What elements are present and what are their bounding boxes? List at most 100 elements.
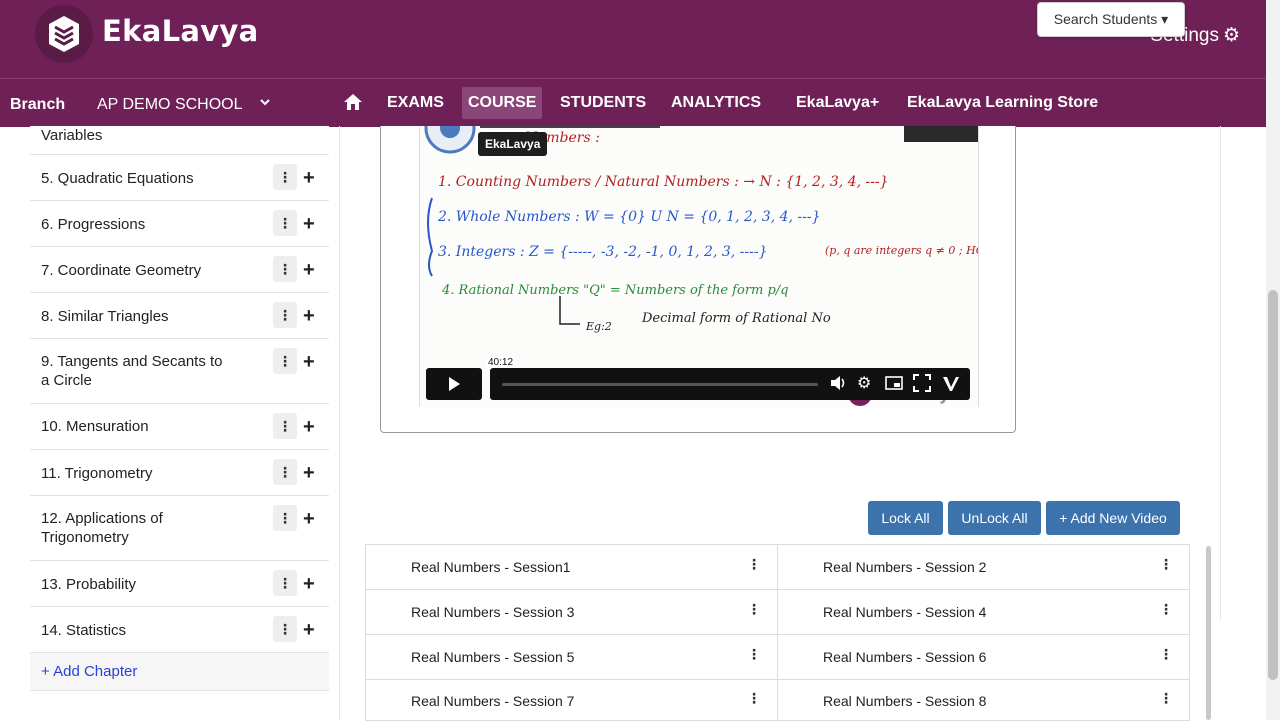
video-item[interactable]: Real Numbers - Session 4 ⋮ <box>777 589 1190 635</box>
chapter-title: 8. Similar Triangles <box>41 308 169 325</box>
video-title: Real Numbers - Session 8 <box>823 693 987 709</box>
chapter-item[interactable]: 10. Mensuration ⋮ + <box>30 404 329 450</box>
more-vertical-icon[interactable]: ⋮ <box>273 570 297 596</box>
more-vertical-icon[interactable]: ⋮ <box>273 348 297 374</box>
chapter-title: 11. Trigonometry <box>41 465 153 482</box>
notes-line-5: Decimal form of Rational No <box>641 311 831 326</box>
nav-analytics[interactable]: ANALYTICS <box>665 87 767 119</box>
more-vertical-icon[interactable]: ⋮ <box>273 413 297 439</box>
video-item[interactable]: Real Numbers - Session 5 ⋮ <box>365 634 778 680</box>
branch-select[interactable]: AP DEMO SCHOOL <box>97 96 243 114</box>
video-item[interactable]: Real Numbers - Session 3 ⋮ <box>365 589 778 635</box>
add-icon[interactable]: + <box>303 305 315 328</box>
search-students-button[interactable]: Search Students ▾ <box>1037 2 1185 37</box>
add-icon[interactable]: + <box>303 259 315 282</box>
notes-line-4b: (p, q are integers q ≠ 0 ; HCF(p,q) = 1 <box>825 244 978 257</box>
pip-icon[interactable] <box>885 374 903 397</box>
more-vertical-icon[interactable]: ⋮ <box>273 210 297 236</box>
chapter-item[interactable]: 6. Progressions ⋮ + <box>30 201 329 247</box>
brand-name[interactable]: EkaLavya <box>102 14 259 48</box>
video-title: Real Numbers - Session 4 <box>823 604 987 620</box>
chapter-title: 12. Applications of Trigonometry <box>41 510 163 546</box>
more-vertical-icon[interactable]: ⋮ <box>273 256 297 282</box>
video-controls-bar: ⚙ <box>490 368 970 400</box>
home-icon[interactable] <box>343 93 363 116</box>
chapter-item[interactable]: 13. Probability ⋮ + <box>30 561 329 607</box>
video-item[interactable]: Real Numbers - Session 8 ⋮ <box>777 679 1190 721</box>
nav-students[interactable]: STUDENTS <box>554 87 652 119</box>
more-vertical-icon[interactable]: ⋮ <box>1159 646 1173 663</box>
video-item[interactable]: Real Numbers - Session1 ⋮ <box>365 544 778 590</box>
add-icon[interactable]: + <box>303 351 315 374</box>
lock-all-button[interactable]: Lock All <box>868 501 943 535</box>
gear-icon[interactable]: ⚙ <box>857 373 871 393</box>
notes-example: Eg:2 <box>585 320 612 333</box>
more-vertical-icon[interactable]: ⋮ <box>1159 601 1173 618</box>
add-icon[interactable]: + <box>303 167 315 190</box>
content-border <box>1220 126 1221 620</box>
more-vertical-icon[interactable]: ⋮ <box>273 616 297 642</box>
add-icon[interactable]: + <box>303 573 315 596</box>
more-vertical-icon[interactable]: ⋮ <box>1159 556 1173 573</box>
nav-learning-store[interactable]: EkaLavya Learning Store <box>901 87 1104 119</box>
notes-line-2: 2. Whole Numbers : W = {0} U N = {0, 1, … <box>437 209 821 225</box>
more-vertical-icon[interactable]: ⋮ <box>1159 690 1173 707</box>
nav-exams[interactable]: EXAMS <box>381 87 450 119</box>
vimeo-icon[interactable] <box>942 374 960 397</box>
video-scrubber[interactable] <box>502 383 818 386</box>
video-title: Real Numbers - Session 7 <box>411 693 575 709</box>
logo-icon[interactable] <box>35 5 93 63</box>
video-tooltip: EkaLavya <box>478 132 548 156</box>
video-item[interactable]: Real Numbers - Session 2 ⋮ <box>777 544 1190 590</box>
chapter-item[interactable]: 7. Coordinate Geometry ⋮ + <box>30 247 329 293</box>
more-vertical-icon[interactable]: ⋮ <box>273 302 297 328</box>
chapter-title: Variables <box>41 127 103 144</box>
more-vertical-icon[interactable]: ⋮ <box>273 164 297 190</box>
add-icon[interactable]: + <box>303 462 315 485</box>
more-vertical-icon[interactable]: ⋮ <box>273 505 297 531</box>
add-icon[interactable]: + <box>303 416 315 439</box>
more-vertical-icon[interactable]: ⋮ <box>747 556 761 573</box>
page-scrollbar-thumb[interactable] <box>1268 290 1278 680</box>
chapter-item[interactable]: 8. Similar Triangles ⋮ + <box>30 293 329 339</box>
add-icon[interactable]: + <box>303 619 315 642</box>
video-item[interactable]: Real Numbers - Session 6 ⋮ <box>777 634 1190 680</box>
chapter-title: 7. Coordinate Geometry <box>41 262 202 279</box>
play-button[interactable] <box>426 368 482 400</box>
video-list-scrollbar[interactable] <box>1206 546 1211 720</box>
main-navbar: Branch AP DEMO SCHOOL EXAMS COURSE STUDE… <box>0 78 1266 127</box>
video-timecode: 40:12 <box>486 357 516 368</box>
more-vertical-icon[interactable]: ⋮ <box>273 459 297 485</box>
unlock-all-button[interactable]: UnLock All <box>948 501 1041 535</box>
add-new-video-button[interactable]: + Add New Video <box>1046 501 1180 535</box>
volume-icon[interactable] <box>829 374 847 397</box>
chapter-title: 9. Tangents and Secants to a Circle <box>41 353 223 389</box>
video-title: Real Numbers - Session 2 <box>823 559 987 575</box>
nav-ekalavya-plus[interactable]: EkaLavya+ <box>790 87 885 119</box>
top-header: EkaLavya Settings ⚙ Search Students ▾ <box>0 0 1266 78</box>
add-chapter-link[interactable]: + Add Chapter <box>30 653 329 691</box>
more-vertical-icon[interactable]: ⋮ <box>747 690 761 707</box>
chapter-item[interactable]: 5. Quadratic Equations ⋮ + <box>30 155 329 201</box>
add-chapter-label: + Add Chapter <box>41 663 138 680</box>
video-item[interactable]: Real Numbers - Session 7 ⋮ <box>365 679 778 721</box>
chapter-sidebar: Variables 5. Quadratic Equations ⋮ + 6. … <box>30 126 329 691</box>
more-vertical-icon[interactable]: ⋮ <box>747 601 761 618</box>
chapter-item[interactable]: 14. Statistics ⋮ + <box>30 607 329 653</box>
chapter-title: 10. Mensuration <box>41 418 149 435</box>
chapter-title: 5. Quadratic Equations <box>41 170 194 187</box>
chapter-item[interactable]: 9. Tangents and Secants to a Circle ⋮ + <box>30 339 329 404</box>
chapter-item[interactable]: Variables <box>30 126 329 155</box>
chapter-item[interactable]: 11. Trigonometry ⋮ + <box>30 450 329 496</box>
play-icon <box>449 377 460 391</box>
chapter-item[interactable]: 12. Applications of Trigonometry ⋮ + <box>30 496 329 561</box>
nav-course[interactable]: COURSE <box>462 87 543 119</box>
more-vertical-icon[interactable]: ⋮ <box>747 646 761 663</box>
branch-label: Branch <box>10 96 66 113</box>
notes-line-1: 1. Counting Numbers / Natural Numbers : … <box>438 174 889 190</box>
add-icon[interactable]: + <box>303 213 315 236</box>
add-icon[interactable]: + <box>303 508 315 531</box>
chevron-down-icon[interactable] <box>259 95 271 111</box>
fullscreen-icon[interactable] <box>913 374 931 397</box>
chapter-title: 13. Probability <box>41 576 137 593</box>
